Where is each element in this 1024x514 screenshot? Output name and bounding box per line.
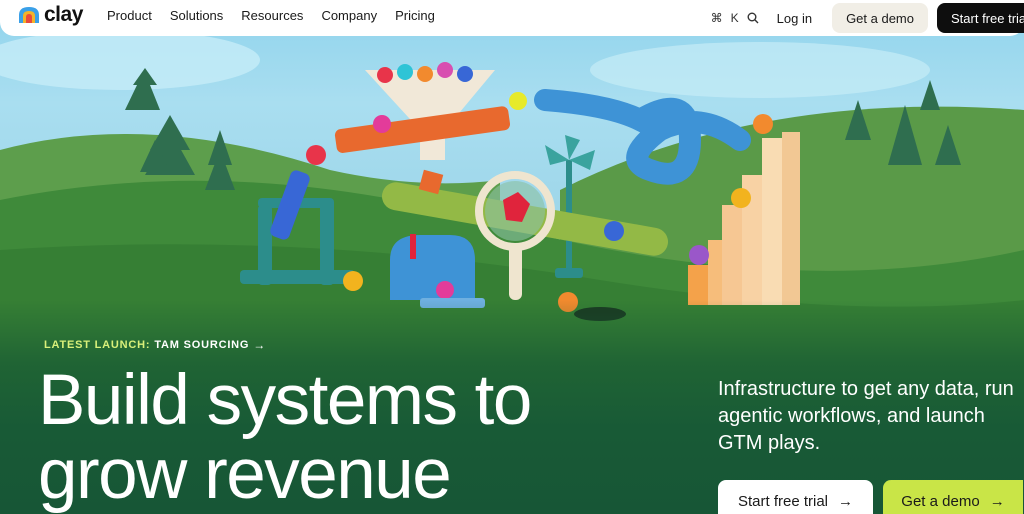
launch-label: LATEST LAUNCH: — [44, 339, 151, 351]
nav-link-pricing[interactable]: Pricing — [395, 8, 435, 24]
nav-link-resources[interactable]: Resources — [241, 8, 303, 24]
k-key-label[interactable]: K — [731, 11, 739, 25]
get-demo-label: Get a demo — [901, 492, 980, 510]
top-navigation: clay Product Solutions Resources Company… — [0, 0, 1024, 36]
command-key-icon[interactable]: ⌘ — [711, 11, 723, 25]
arrow-right-icon: → — [253, 338, 267, 352]
login-link[interactable]: Log in — [777, 11, 812, 26]
arrow-right-icon: → — [838, 492, 854, 510]
nav-link-company[interactable]: Company — [321, 8, 377, 24]
nav-get-demo-button[interactable]: Get a demo — [832, 3, 928, 33]
brand-name: clay — [44, 3, 83, 26]
start-free-trial-button[interactable]: Start free trial → — [718, 480, 873, 514]
search-icon[interactable] — [747, 12, 759, 24]
start-free-trial-label: Start free trial — [737, 492, 829, 510]
brand[interactable]: clay — [18, 3, 83, 26]
hero-cta-row: Start free trial → Get a demo → — [718, 480, 1023, 514]
latest-launch-link[interactable]: LATEST LAUNCH: TAM SOURCING → — [44, 338, 266, 352]
nav-actions: ⌘ K Log in Get a demo Start free trial — [711, 0, 1024, 36]
hero-subtext: Infrastructure to get any data, run agen… — [718, 378, 1014, 454]
hero-headline: Build systems to grow revenue — [38, 361, 532, 514]
nav-start-trial-button[interactable]: Start free trial — [937, 3, 1024, 33]
launch-title: TAM SOURCING — [154, 339, 250, 351]
nav-link-solutions[interactable]: Solutions — [170, 8, 223, 24]
nav-links: Product Solutions Resources Company Pric… — [107, 8, 453, 24]
clay-logo-icon — [19, 7, 39, 23]
nav-link-product[interactable]: Product — [107, 8, 152, 24]
get-demo-button[interactable]: Get a demo → — [883, 480, 1023, 514]
arrow-right-icon: → — [989, 492, 1005, 510]
